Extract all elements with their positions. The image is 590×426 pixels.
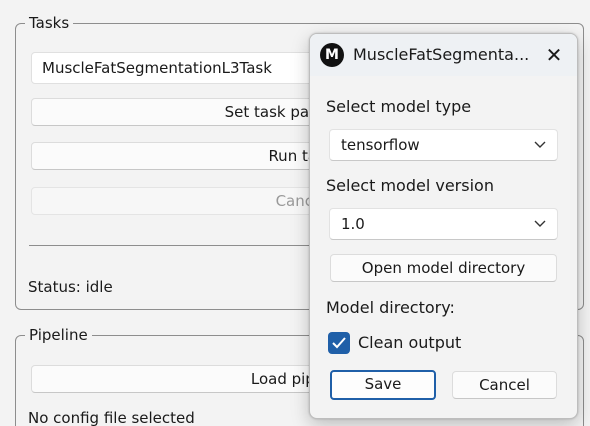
model-directory-label: Model directory:: [326, 298, 455, 317]
checkmark-icon: [332, 337, 346, 349]
model-type-value: tensorflow: [341, 136, 420, 154]
dialog-titlebar[interactable]: M MuscleFatSegmenta... ✕: [310, 34, 577, 76]
model-version-value: 1.0: [341, 215, 365, 233]
cancel-button[interactable]: Cancel: [452, 371, 557, 399]
task-status: Status: idle: [28, 278, 113, 296]
pipeline-config-status: No config file selected: [28, 409, 195, 426]
model-version-dropdown[interactable]: 1.0: [329, 208, 558, 240]
chevron-down-icon: [533, 209, 547, 250]
dialog-title: MuscleFatSegmenta...: [353, 45, 530, 64]
model-settings-dialog: M MuscleFatSegmenta... ✕ Select model ty…: [309, 33, 578, 419]
clean-output-label: Clean output: [358, 333, 462, 352]
open-model-directory-button[interactable]: Open model directory: [330, 254, 557, 282]
app-logo-icon: M: [320, 43, 344, 67]
close-icon[interactable]: ✕: [541, 42, 567, 68]
model-version-label: Select model version: [326, 176, 494, 195]
model-type-label: Select model type: [326, 97, 472, 116]
pipeline-group-title: Pipeline: [25, 325, 92, 345]
save-button[interactable]: Save: [330, 370, 436, 400]
task-selector-value: MuscleFatSegmentationL3Task: [42, 59, 272, 77]
main-window: Tasks MuscleFatSegmentationL3Task Set ta…: [0, 0, 590, 426]
model-type-dropdown[interactable]: tensorflow: [329, 129, 558, 161]
clean-output-checkbox[interactable]: [328, 332, 350, 354]
tasks-group-title: Tasks: [25, 13, 74, 33]
chevron-down-icon: [533, 130, 547, 171]
